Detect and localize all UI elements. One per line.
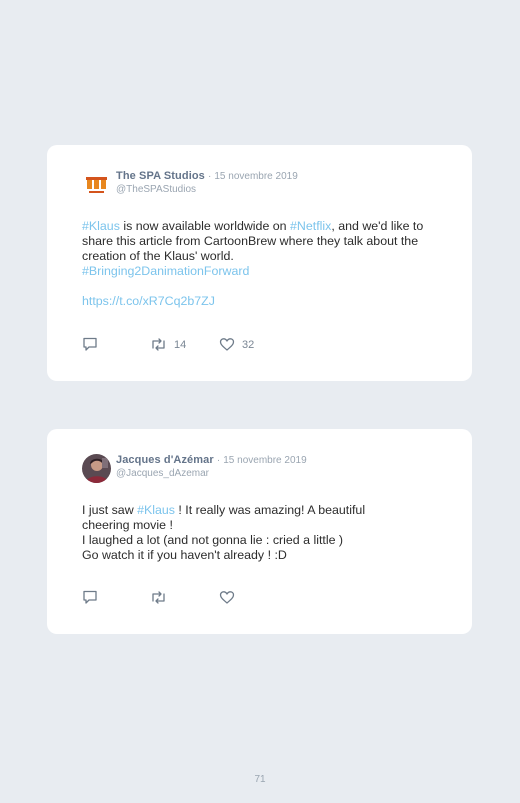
heart-icon xyxy=(219,338,235,351)
tweet-author: Jacques d'Azémar · 15 novembre 2019 @Jac… xyxy=(116,454,307,483)
retweet-icon xyxy=(152,338,165,351)
tweet-header: Jacques d'Azémar · 15 novembre 2019 @Jac… xyxy=(82,454,307,483)
retweet-button[interactable] xyxy=(150,590,219,605)
handle[interactable]: @Jacques_dAzemar xyxy=(116,467,307,480)
display-name[interactable]: Jacques d'Azémar xyxy=(116,454,214,466)
like-count: 32 xyxy=(242,338,255,351)
user-avatar-icon xyxy=(82,454,111,483)
text-segment: is now available worldwide on xyxy=(119,219,291,233)
like-button[interactable]: 32 xyxy=(219,337,254,352)
spa-studios-logo-icon xyxy=(82,170,111,199)
separator: · xyxy=(207,171,212,182)
handle[interactable]: @TheSPAStudios xyxy=(116,183,298,196)
tweet-text: I just saw #Klaus ! It really was amazin… xyxy=(82,503,402,563)
like-button[interactable] xyxy=(219,590,235,605)
heart-icon xyxy=(219,591,235,604)
tweet-date[interactable]: 15 novembre 2019 xyxy=(223,455,306,466)
reply-icon xyxy=(83,590,97,604)
hashtag[interactable]: #Bringing2DanimationForward xyxy=(82,264,249,278)
text-segment: I laughed a lot (and not gonna lie : cri… xyxy=(82,533,344,547)
reply-icon xyxy=(83,337,97,351)
tweet-header: The SPA Studios · 15 novembre 2019 @TheS… xyxy=(82,170,298,199)
retweet-icon xyxy=(152,591,165,604)
hashtag[interactable]: #Netflix xyxy=(290,219,331,233)
text-segment: Go watch it if you haven't already ! :D xyxy=(82,548,287,562)
tweet-author: The SPA Studios · 15 novembre 2019 @TheS… xyxy=(116,170,298,199)
text-segment: I just saw xyxy=(82,503,138,517)
tweet-card: The SPA Studios · 15 novembre 2019 @TheS… xyxy=(47,145,472,381)
tweet-actions: 14 32 xyxy=(82,337,254,352)
tweet-link[interactable]: https://t.co/xR7Cq2b7ZJ xyxy=(82,294,215,308)
reply-button[interactable] xyxy=(82,337,150,352)
user-avatar[interactable] xyxy=(82,454,111,483)
separator: · xyxy=(216,455,221,466)
spa-studios-logo-avatar[interactable] xyxy=(82,170,111,199)
tweet-card: Jacques d'Azémar · 15 novembre 2019 @Jac… xyxy=(47,429,472,634)
page-number: 71 xyxy=(254,774,266,785)
display-name[interactable]: The SPA Studios xyxy=(116,170,205,182)
hashtag[interactable]: #Klaus xyxy=(137,503,175,517)
tweet-text: #Klaus is now available worldwide on #Ne… xyxy=(82,219,447,309)
tweet-actions xyxy=(82,590,235,605)
retweet-count: 14 xyxy=(174,338,187,351)
reply-button[interactable] xyxy=(82,590,150,605)
hashtag[interactable]: #Klaus xyxy=(82,219,120,233)
tweet-date[interactable]: 15 novembre 2019 xyxy=(214,171,297,182)
retweet-button[interactable]: 14 xyxy=(150,337,219,352)
